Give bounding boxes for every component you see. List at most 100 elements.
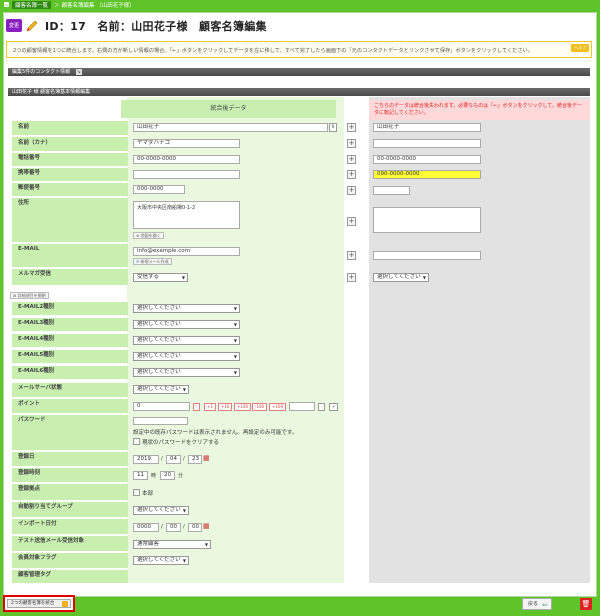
transfer-kana-button[interactable]: + xyxy=(347,139,356,148)
point-btn-plus100[interactable]: +100 xyxy=(234,403,251,411)
new-mail-button[interactable]: ✉ 新規メール作成 xyxy=(133,258,172,265)
point-adjust-input[interactable] xyxy=(289,402,315,411)
old-name-input[interactable]: 山田花子 xyxy=(373,123,481,132)
label-phone: 電話番号 xyxy=(12,153,128,166)
back-button[interactable]: 戻る ⇐ xyxy=(522,598,552,610)
label-email6: E-MAIL6種別 xyxy=(12,366,128,379)
map-button[interactable]: ⊕ 地図を開く xyxy=(133,232,164,239)
help-tag[interactable]: ヘルプ xyxy=(571,44,589,52)
transfer-zip-button[interactable]: + xyxy=(347,186,356,195)
lost-data-notice: こちらのデータは統合後失われます。必要なものは「←」ボタンをクリックして、統合後… xyxy=(369,100,590,120)
old-zip-input[interactable] xyxy=(373,186,410,195)
regbase-checkbox[interactable] xyxy=(133,489,140,496)
old-email-input[interactable] xyxy=(373,251,481,260)
label-autogroup: 自動割り当てグループ xyxy=(12,502,128,517)
point-adjust-minus[interactable]: - xyxy=(318,403,326,411)
importdate-day[interactable]: 00 xyxy=(188,523,202,532)
transfer-magazine-button[interactable]: + xyxy=(347,273,356,282)
furigana-button[interactable]: ｶ xyxy=(329,123,337,132)
home-icon[interactable]: ⌂ xyxy=(4,2,9,7)
old-phone-input[interactable]: 00-0000-0000 xyxy=(373,155,481,164)
contact-section-header[interactable]: 編集5件のコンタクト情報 ↘ xyxy=(8,68,590,76)
date-sep: / xyxy=(183,524,185,530)
date-sep: / xyxy=(161,456,163,462)
name-input[interactable]: 山田花子 xyxy=(133,123,328,132)
mailserver-select[interactable]: 選択してください xyxy=(133,385,189,394)
regtime-hour[interactable]: 11 xyxy=(133,471,148,480)
delete-icon[interactable]: 🗑 xyxy=(580,598,592,610)
regdate-year[interactable]: 2019 xyxy=(133,455,159,464)
old-kana-input[interactable] xyxy=(373,139,481,148)
email5-select[interactable]: 選択してください xyxy=(133,352,240,361)
transfer-name-button[interactable]: + xyxy=(347,123,356,132)
password-input[interactable] xyxy=(133,417,188,425)
hour-unit: 時 xyxy=(151,473,157,479)
importdate-year[interactable]: 0000 xyxy=(133,523,159,532)
transfer-phone-button[interactable]: + xyxy=(347,155,356,164)
back-button-label: 戻る xyxy=(528,601,539,607)
map-button-label: 地図を開く xyxy=(140,233,161,238)
help-text: 2つの顧客情報を1つに統合します。右側の方が新しい情報の場合、「←」ボタンをクリ… xyxy=(13,48,533,54)
old-address-textarea[interactable] xyxy=(373,207,481,233)
email-input[interactable]: info@example.com xyxy=(133,247,240,256)
regtime-minute[interactable]: 20 xyxy=(160,471,175,480)
label-magazine: メルマガ受信 xyxy=(12,269,128,285)
zip-input[interactable]: 000-0000 xyxy=(133,185,185,194)
email6-select[interactable]: 選択してください xyxy=(133,368,240,377)
point-btn-plus1[interactable]: +1 xyxy=(204,403,216,411)
point-btn-plus10[interactable]: +10 xyxy=(218,403,233,411)
calendar-icon[interactable]: ▦ xyxy=(203,522,210,530)
help-box: 2つの顧客情報を1つに統合します。右側の方が新しい情報の場合、「←」ボタンをクリ… xyxy=(6,41,592,58)
point-btn-minus[interactable]: - xyxy=(193,403,201,411)
toggle-icon: ⊞ xyxy=(13,293,17,298)
email2-select[interactable]: 選択してください xyxy=(133,304,240,313)
testmail-select[interactable]: 通常顧客 xyxy=(133,540,211,549)
password-note: 設定中の既存パスワードは表示されません。再設定のみ可能です。 xyxy=(133,430,298,436)
label-address: 住所 xyxy=(12,198,128,242)
lock-icon xyxy=(62,601,68,607)
point-adjust-plus[interactable]: + xyxy=(329,403,339,411)
magazine-select[interactable]: 受信する xyxy=(133,273,188,282)
memberflag-select[interactable]: 選択してください xyxy=(133,556,189,565)
label-regdate: 登録日 xyxy=(12,452,128,466)
point-btn-plus100b[interactable]: +100 xyxy=(269,403,286,411)
expand-toggle-icon[interactable]: ↘ xyxy=(75,68,82,75)
mobile-input[interactable] xyxy=(133,170,240,179)
label-tag: 顧客管理タグ xyxy=(12,570,128,583)
breadcrumb-item-list[interactable]: 顧客名簿一覧 xyxy=(12,0,52,9)
date-sep: / xyxy=(161,524,163,530)
importdate-month[interactable]: 00 xyxy=(166,523,181,532)
label-zip: 郵便番号 xyxy=(12,183,128,196)
date-sep: / xyxy=(183,456,185,462)
breadcrumb: ⌂ 顧客名簿一覧 ＞ 顧客名簿編集 （山田花子様） xyxy=(0,0,600,9)
merge-button[interactable]: 2つの顧客名簿を統合 xyxy=(7,599,71,608)
label-importdate: インポート日付 xyxy=(12,519,128,534)
password-clear-checkbox[interactable] xyxy=(133,438,140,445)
phone-input[interactable]: 00-0000-0000 xyxy=(133,155,240,164)
regdate-month[interactable]: 04 xyxy=(166,455,181,464)
new-mail-label: 新規メール作成 xyxy=(140,259,169,264)
calendar-icon[interactable]: ▦ xyxy=(203,454,210,462)
merged-data-header: 統合後データ xyxy=(121,100,336,118)
regdate-day[interactable]: 23 xyxy=(188,455,202,464)
transfer-email-button[interactable]: + xyxy=(347,251,356,260)
page-title: ID：17 名前：山田花子様 顧客名簿編集 xyxy=(45,19,267,33)
autogroup-select[interactable]: 選択してください xyxy=(133,506,189,515)
old-magazine-select[interactable]: 選択してください xyxy=(373,273,429,282)
old-mobile-input[interactable]: 090-0000-0000 xyxy=(373,170,481,179)
label-mobile: 携帯番号 xyxy=(12,168,128,181)
point-btn-minus100[interactable]: -100 xyxy=(252,403,268,411)
label-regbase: 登録拠点 xyxy=(12,484,128,500)
breadcrumb-item-current: 顧客名簿編集 （山田花子様） xyxy=(61,2,135,9)
label-email5: E-MAIL5種別 xyxy=(12,350,128,363)
label-point: ポイント xyxy=(12,399,128,413)
transfer-mobile-button[interactable]: + xyxy=(347,170,356,179)
detail-toggle-button[interactable]: ⊞ 詳細項目を開閉 xyxy=(10,292,49,299)
address-textarea[interactable]: 大阪市中央区南船場0-1-2 xyxy=(133,201,240,229)
transfer-address-button[interactable]: + xyxy=(347,217,356,226)
email3-select[interactable]: 選択してください xyxy=(133,320,240,329)
point-input[interactable]: 0 xyxy=(133,402,190,411)
kana-input[interactable]: ヤマダハナコ xyxy=(133,139,240,148)
back-arrow-icon: ⇐ xyxy=(542,601,548,609)
email4-select[interactable]: 選択してください xyxy=(133,336,240,345)
